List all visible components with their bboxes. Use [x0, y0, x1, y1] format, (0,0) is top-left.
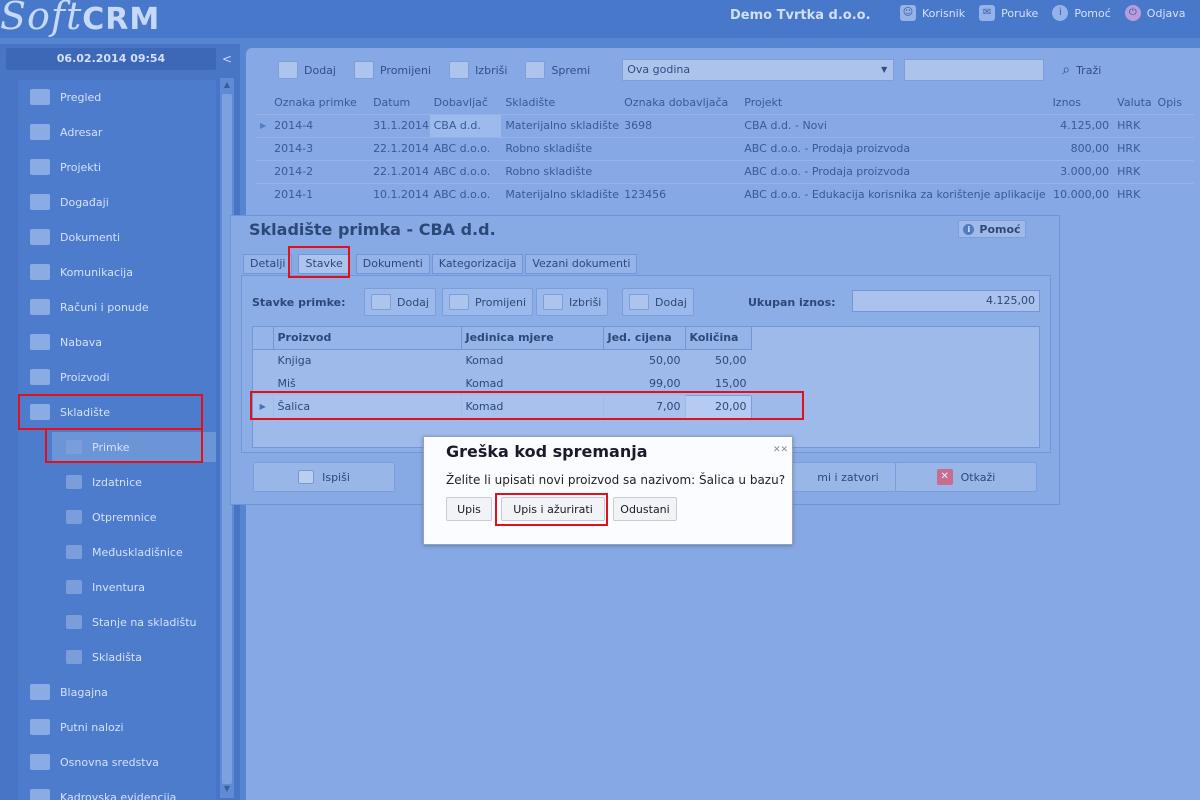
dialog-title: Greška kod spremanja	[446, 442, 648, 461]
close-icon[interactable]: ✕✕	[773, 445, 788, 455]
highlight-primke	[45, 428, 203, 463]
highlight-selected-row	[250, 391, 804, 420]
highlight-tab-stavke	[288, 246, 350, 278]
highlight-skladiste	[18, 394, 203, 430]
upis-button[interactable]: Upis	[446, 497, 492, 521]
highlight-upis-azurirati	[495, 493, 608, 526]
odustani-button[interactable]: Odustani	[613, 497, 677, 521]
save-error-dialog: Greška kod spremanja ✕✕ Želite li upisat…	[423, 436, 793, 545]
dialog-message: Želite li upisati novi proizvod sa naziv…	[446, 473, 786, 487]
